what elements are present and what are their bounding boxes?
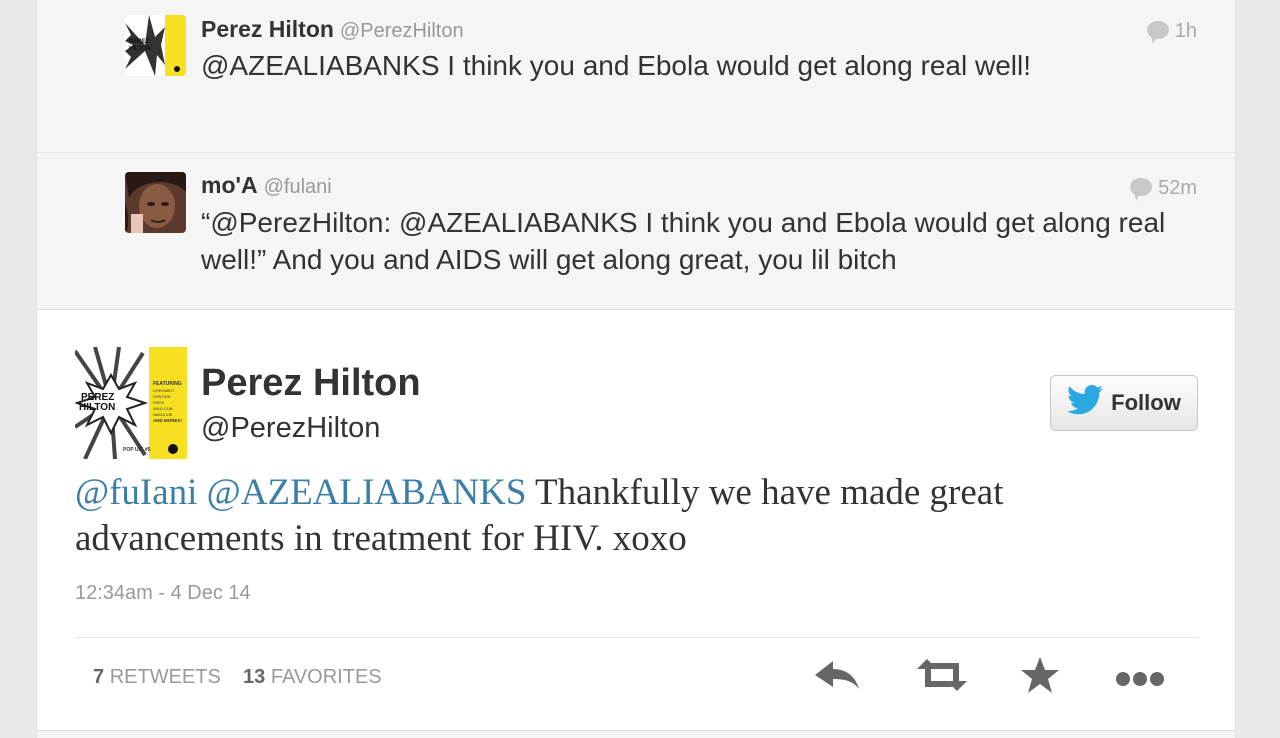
avatar[interactable]: PEREZ HILTON FEATURING CHROMEO DVNTWN PH…	[75, 347, 187, 459]
tweet-header: Perez Hilton @PerezHilton	[201, 16, 464, 43]
tweet-header: mo'A @fulani	[201, 172, 332, 199]
more-icon[interactable]	[1113, 655, 1173, 700]
timeline-column: PEREZ HILTON Perez Hilton @PerezHilton 1h…	[36, 0, 1236, 738]
star-icon[interactable]	[1019, 655, 1061, 700]
conversation-icon	[1130, 178, 1153, 196]
svg-text:NAKIA VIS: NAKIA VIS	[153, 412, 173, 417]
tweet-time: 52m	[1130, 177, 1197, 200]
tweet-stats: 7 RETWEETS 13 FAVORITES	[93, 666, 382, 689]
svg-text:FEATURING: FEATURING	[153, 381, 182, 387]
mention-link[interactable]: @fuIani	[75, 472, 197, 513]
reply-icon[interactable]	[813, 655, 861, 700]
tweet-timestamp[interactable]: 12:34am - 4 Dec 14	[75, 582, 251, 605]
retweets-stat[interactable]: 7 RETWEETS	[93, 666, 221, 688]
svg-text:CHROMEO: CHROMEO	[153, 388, 174, 393]
svg-text:POP UP! #5: POP UP! #5	[123, 447, 151, 453]
favorites-stat[interactable]: 13 FAVORITES	[243, 666, 382, 688]
avatar[interactable]	[125, 172, 186, 233]
author-name[interactable]: Perez Hilton	[201, 16, 334, 42]
tweet-time: 1h	[1146, 20, 1197, 43]
tweet-text: @AZEALIABANKS I think you and Ebola woul…	[201, 50, 1031, 81]
svg-text:HILTON: HILTON	[129, 46, 151, 52]
context-tweet[interactable]: mo'A @fulani 52m “@PerezHilton: @AZEALIAB…	[37, 153, 1235, 310]
retweet-icon[interactable]	[913, 655, 971, 700]
twitter-bird-icon	[1067, 385, 1104, 421]
svg-text:AND MORE!!!: AND MORE!!!	[153, 418, 182, 423]
author-handle[interactable]: @fulani	[264, 176, 332, 198]
svg-text:HILTON: HILTON	[79, 402, 115, 413]
svg-text:PHOX: PHOX	[153, 400, 165, 405]
svg-text:DVNTWN: DVNTWN	[153, 394, 171, 399]
divider	[75, 637, 1198, 638]
tweet-text: @fuIani @AZEALIABANKS Thankfully we have…	[75, 470, 1175, 562]
svg-text:PEREZ: PEREZ	[129, 39, 149, 45]
author-name[interactable]: mo'A	[201, 172, 258, 198]
follow-label: Follow	[1111, 390, 1181, 415]
avatar[interactable]: PEREZ HILTON	[125, 15, 186, 76]
context-tweet[interactable]: PEREZ HILTON Perez Hilton @PerezHilton 1h…	[37, 0, 1235, 153]
author-handle[interactable]: @PerezHilton	[340, 20, 464, 42]
tweet-text: “@PerezHilton: @AZEALIABANKS I think you…	[201, 207, 1166, 275]
author-handle[interactable]: @PerezHilton	[201, 412, 380, 445]
svg-text:WILD CUB: WILD CUB	[153, 406, 173, 411]
conversation-icon	[1146, 21, 1169, 39]
main-tweet: PEREZ HILTON FEATURING CHROMEO DVNTWN PH…	[37, 310, 1235, 731]
author-name[interactable]: Perez Hilton	[201, 362, 421, 405]
follow-button[interactable]: Follow	[1050, 375, 1198, 431]
mention-link[interactable]: @AZEALIABANKS	[207, 472, 527, 513]
